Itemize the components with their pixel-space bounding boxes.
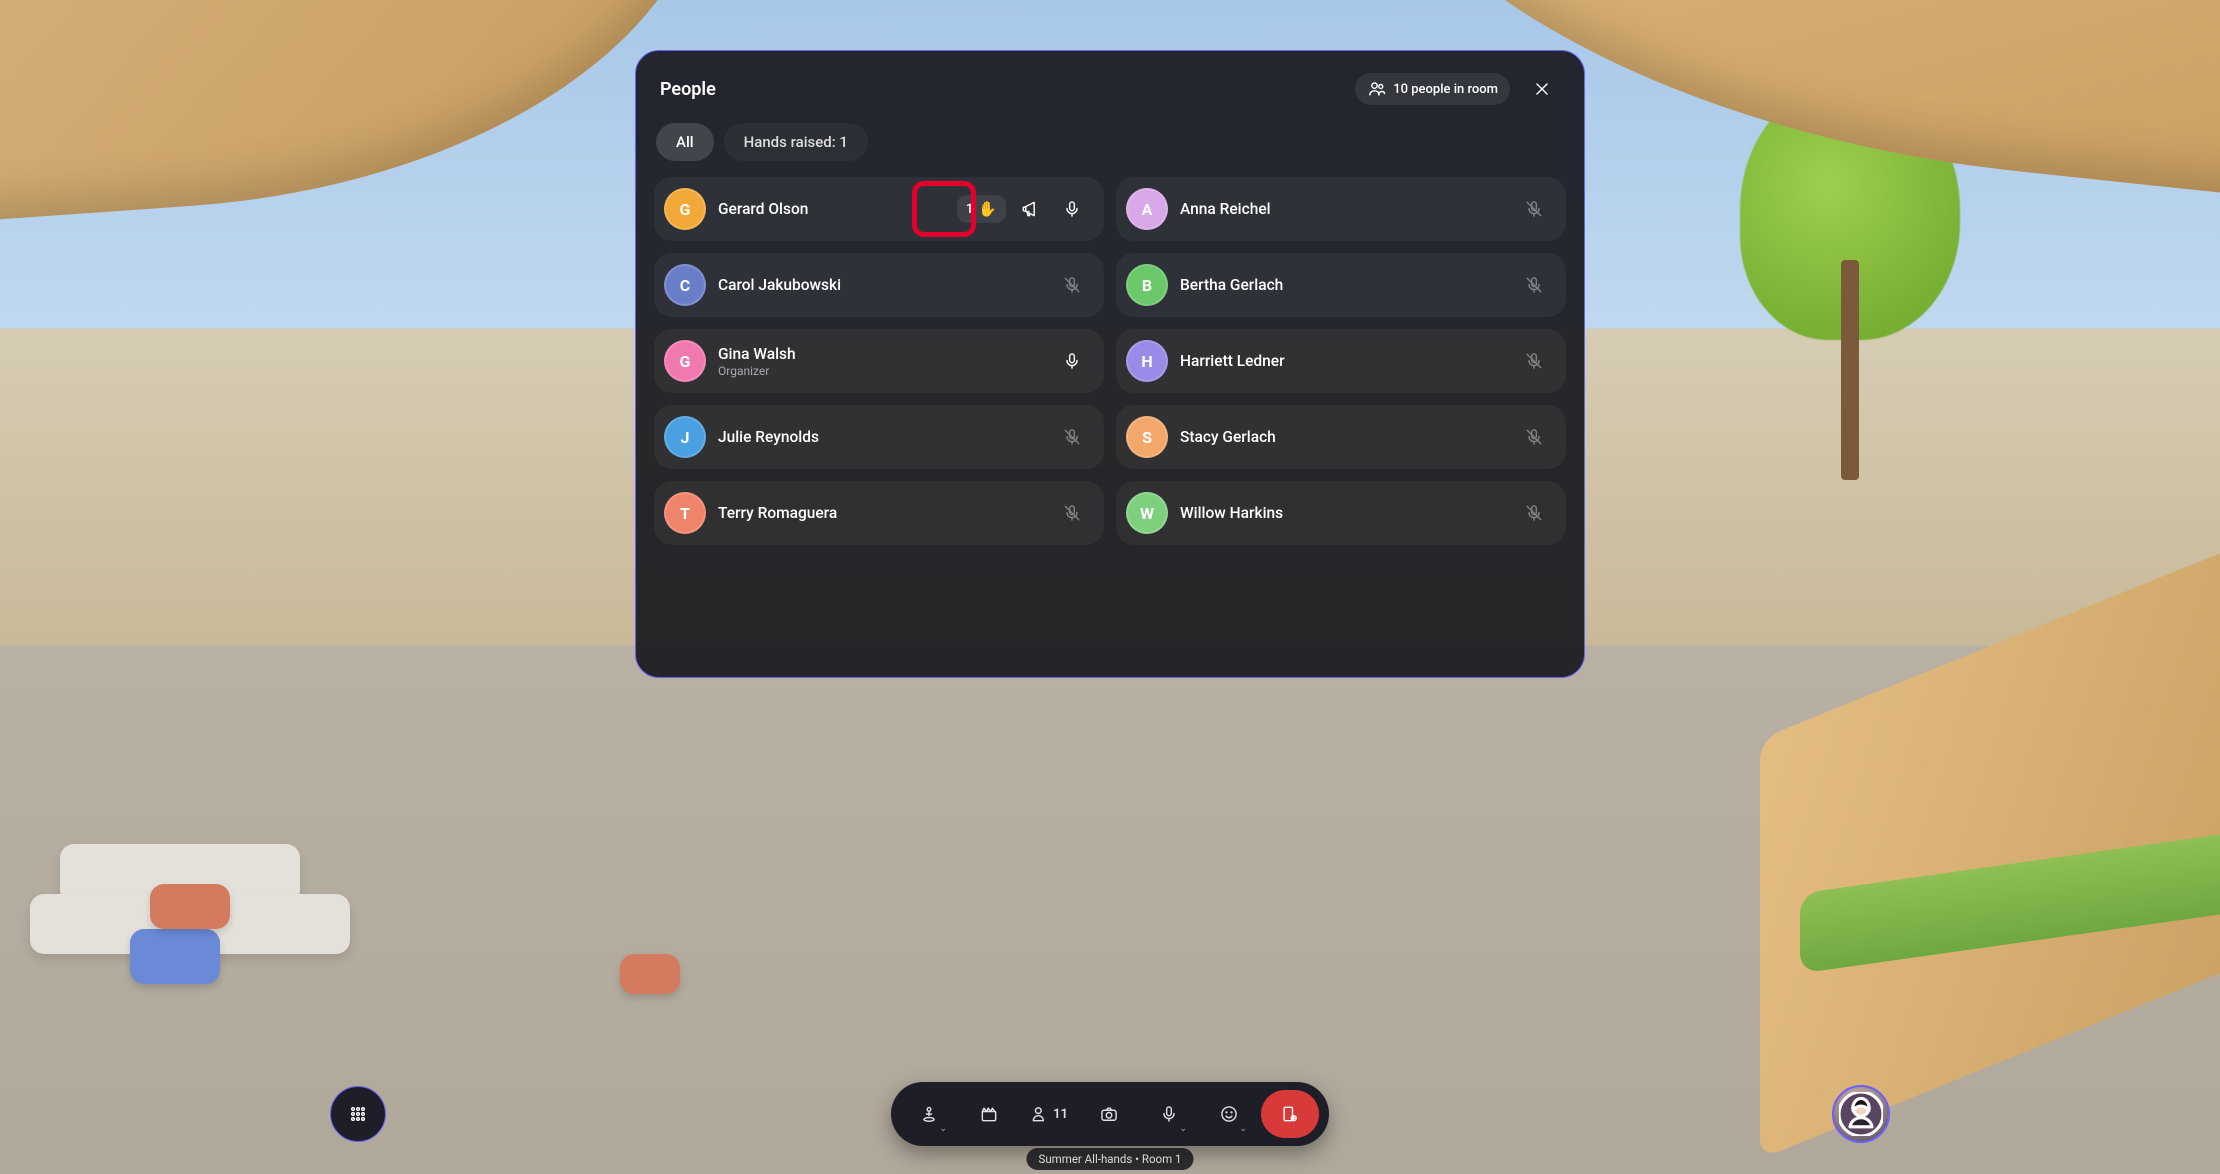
camera-icon — [1099, 1104, 1119, 1124]
close-button[interactable] — [1524, 71, 1560, 107]
participant-name: Stacy Gerlach — [1180, 428, 1504, 446]
participant-status-icons — [1516, 495, 1552, 531]
participant-row[interactable]: H Harriett Ledner — [1116, 329, 1566, 393]
close-icon — [1532, 79, 1552, 99]
participant-row[interactable]: G Gina WalshOrganizer — [654, 329, 1104, 393]
leave-button[interactable] — [1261, 1090, 1319, 1138]
participant-row[interactable]: J Julie Reynolds — [654, 405, 1104, 469]
mic-muted-icon[interactable] — [1516, 343, 1552, 379]
avatar: W — [1126, 492, 1168, 534]
mic-on-icon[interactable] — [1054, 343, 1090, 379]
record-button[interactable] — [961, 1090, 1017, 1138]
tab-all[interactable]: All — [656, 123, 714, 161]
tab-hands-raised[interactable]: Hands raised: 1 — [724, 123, 868, 161]
reactions-button[interactable]: ⌄ — [1201, 1090, 1257, 1138]
participant-name: Anna Reichel — [1180, 200, 1504, 218]
avatar: H — [1126, 340, 1168, 382]
participant-row[interactable]: W Willow Harkins — [1116, 481, 1566, 545]
participant-row[interactable]: T Terry Romaguera — [654, 481, 1104, 545]
filter-tabs: All Hands raised: 1 — [650, 123, 1570, 177]
participant-name: Gina Walsh — [718, 345, 1042, 363]
mic-muted-icon[interactable] — [1516, 419, 1552, 455]
participant-name: Bertha Gerlach — [1180, 276, 1504, 294]
self-avatar[interactable] — [1832, 1085, 1890, 1143]
participant-status-icons — [1054, 267, 1090, 303]
avatar: A — [1126, 188, 1168, 230]
main-toolbar: ⌄ 11 ⌄ ⌄ — [891, 1082, 1329, 1146]
avatar: J — [664, 416, 706, 458]
participant-name: Gerard Olson — [718, 200, 945, 218]
participant-status-icons — [1516, 191, 1552, 227]
participant-row[interactable]: C Carol Jakubowski — [654, 253, 1104, 317]
mic-icon — [1159, 1104, 1179, 1124]
mic-muted-icon[interactable] — [1054, 419, 1090, 455]
participant-status-icons — [1054, 495, 1090, 531]
participant-status-icons — [1054, 343, 1090, 379]
camera-button[interactable] — [1081, 1090, 1137, 1138]
participant-row[interactable]: B Bertha Gerlach — [1116, 253, 1566, 317]
participant-row[interactable]: A Anna Reichel — [1116, 177, 1566, 241]
participant-name: Willow Harkins — [1180, 504, 1504, 522]
microphone-button[interactable]: ⌄ — [1141, 1090, 1197, 1138]
participant-count: 11 — [1053, 1107, 1068, 1122]
participant-name: Julie Reynolds — [718, 428, 1042, 446]
mic-muted-icon[interactable] — [1516, 191, 1552, 227]
mic-muted-icon[interactable] — [1516, 495, 1552, 531]
room-count-chip[interactable]: 10 people in room — [1355, 73, 1510, 105]
clapper-icon — [979, 1104, 999, 1124]
grid-icon — [348, 1104, 368, 1124]
session-label: Summer All-hands • Room 1 — [1026, 1148, 1193, 1170]
participant-status-icons — [1054, 419, 1090, 455]
avatar: B — [1126, 264, 1168, 306]
leave-icon — [1280, 1104, 1300, 1124]
mic-muted-icon[interactable] — [1516, 267, 1552, 303]
mic-on-icon[interactable] — [1054, 191, 1090, 227]
panel-title: People — [660, 79, 1355, 100]
people-icon — [1367, 79, 1387, 99]
participant-role: Organizer — [718, 364, 1042, 378]
avatar: T — [664, 492, 706, 534]
teleport-button[interactable]: ⌄ — [901, 1090, 957, 1138]
megaphone-icon[interactable] — [1012, 191, 1048, 227]
participant-name: Harriett Ledner — [1180, 352, 1504, 370]
mic-muted-icon[interactable] — [1054, 495, 1090, 531]
participant-status-icons — [1516, 343, 1552, 379]
teleport-icon — [919, 1104, 939, 1124]
mic-muted-icon[interactable] — [1054, 267, 1090, 303]
avatar: S — [1126, 416, 1168, 458]
participant-status-icons — [1516, 419, 1552, 455]
participant-status-icons — [1516, 267, 1552, 303]
people-panel: People 10 people in room All Hands raise… — [635, 50, 1585, 678]
participant-row[interactable]: G Gerard Olson 1✋ — [654, 177, 1104, 241]
smile-icon — [1219, 1104, 1239, 1124]
avatar: G — [664, 340, 706, 382]
hand-raised-badge[interactable]: 1✋ — [957, 195, 1006, 223]
app-menu-button[interactable] — [330, 1086, 386, 1142]
participants-grid: G Gerard Olson 1✋ A Anna Reichel C Carol Jakub… — [650, 177, 1570, 545]
hand-icon: ✋ — [978, 200, 997, 218]
participant-name: Carol Jakubowski — [718, 276, 1042, 294]
participant-name: Terry Romaguera — [718, 504, 1042, 522]
avatar: C — [664, 264, 706, 306]
participant-status-icons: 1✋ — [957, 191, 1090, 227]
person-icon — [1030, 1104, 1050, 1124]
participant-row[interactable]: S Stacy Gerlach — [1116, 405, 1566, 469]
participants-button[interactable]: 11 — [1021, 1090, 1077, 1138]
avatar: G — [664, 188, 706, 230]
room-count-text: 10 people in room — [1393, 82, 1498, 97]
